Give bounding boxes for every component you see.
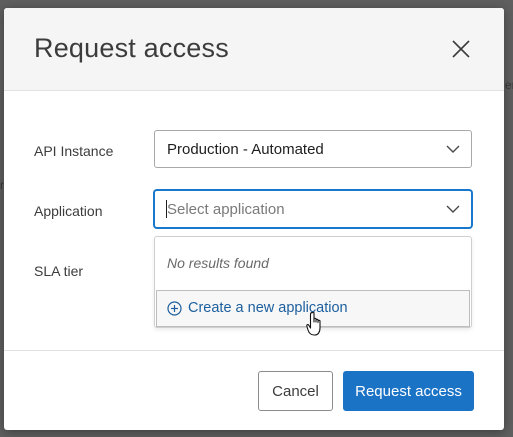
application-label: Application <box>34 203 103 219</box>
cancel-button[interactable]: Cancel <box>258 371 333 411</box>
hand-pointer-cursor <box>306 311 321 336</box>
plus-circle-icon <box>167 301 182 316</box>
api-instance-label: API Instance <box>34 143 114 159</box>
close-icon <box>452 40 470 58</box>
no-results-message: No results found <box>167 255 269 271</box>
backdrop-fragment: er <box>505 78 513 92</box>
sla-tier-label: SLA tier <box>34 263 84 279</box>
chevron-down-icon <box>446 205 460 213</box>
application-select[interactable]: Select application <box>154 190 472 228</box>
request-access-button[interactable]: Request access <box>343 371 474 411</box>
application-placeholder: Select application <box>167 201 285 218</box>
dialog-header: Request access <box>4 8 504 91</box>
api-instance-select[interactable]: Production - Automated <box>154 130 472 168</box>
close-button[interactable] <box>447 35 475 63</box>
request-access-dialog: Request access API Instance Production -… <box>4 8 504 430</box>
dialog-title: Request access <box>34 33 229 63</box>
api-instance-value: Production - Automated <box>167 141 324 158</box>
chevron-down-icon <box>446 145 460 153</box>
footer-divider <box>4 350 504 351</box>
